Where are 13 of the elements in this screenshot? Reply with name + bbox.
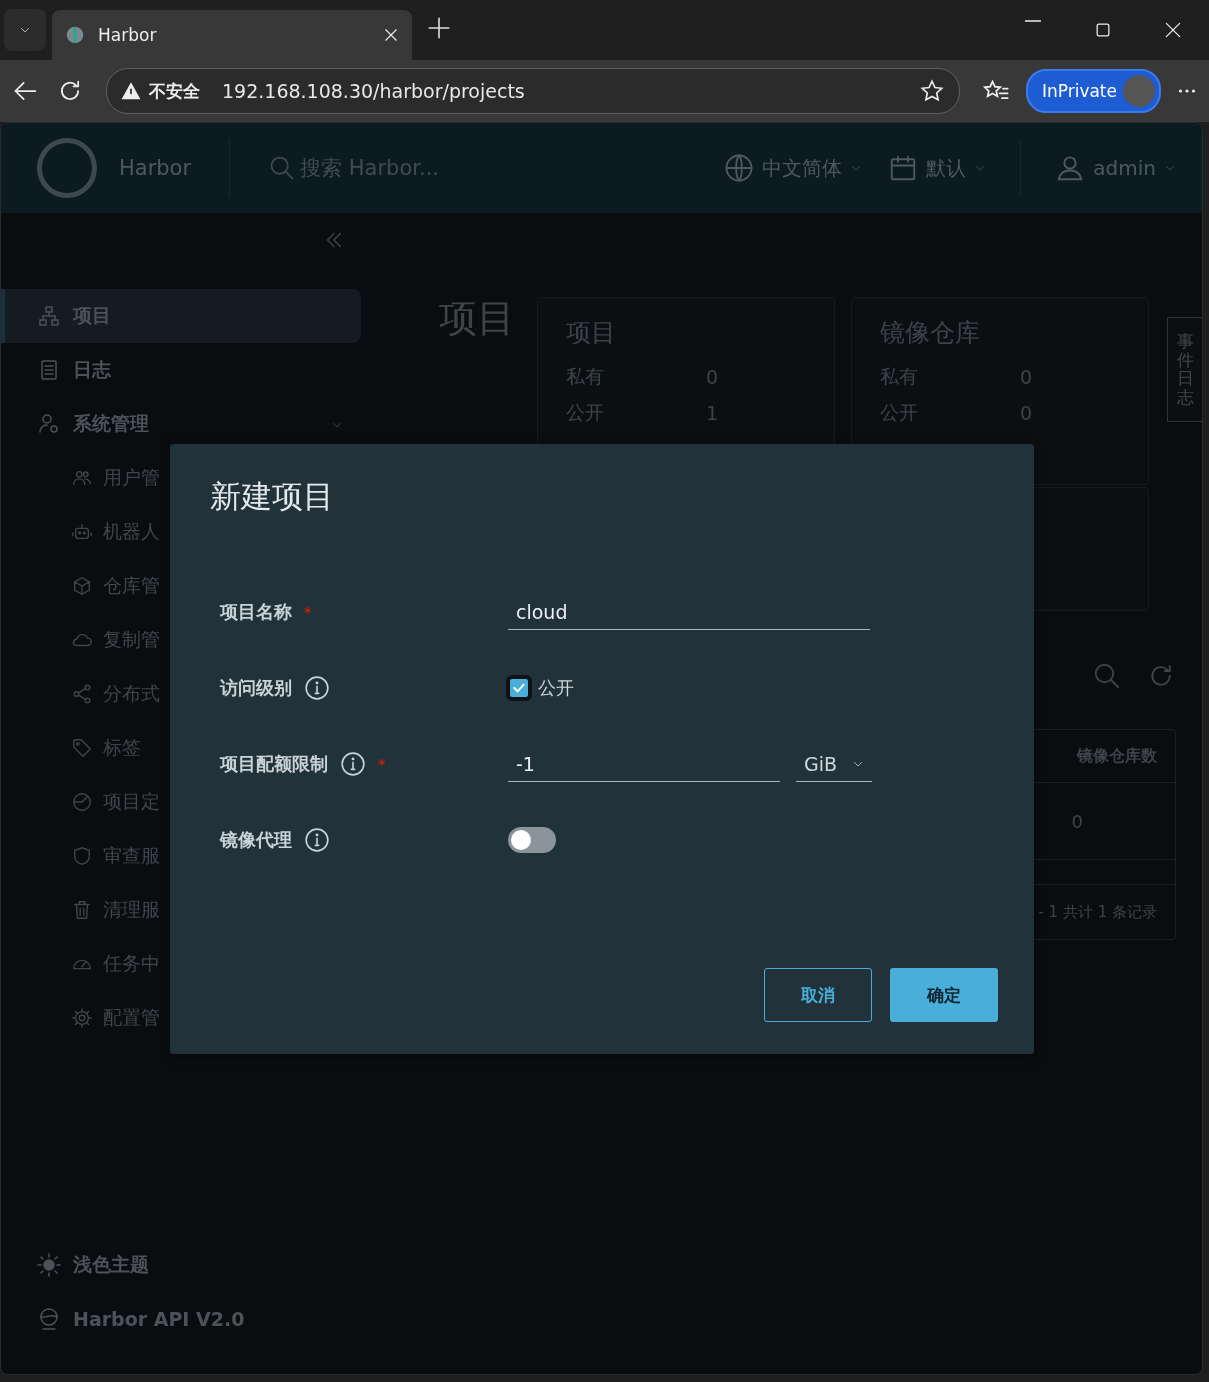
field-label: 访问级别 [220,676,292,700]
field-label: 项目配额限制 [220,752,328,776]
app-name: Harbor [119,156,192,180]
page-title: 项目 [439,295,515,342]
checkbox-label: 公开 [538,676,574,700]
table-cell: 0 [1071,810,1083,832]
field-label: 项目名称 [220,600,292,624]
dialog-title: 新建项目 [210,477,335,516]
column-header: 镜像仓库数 [1077,745,1157,767]
required-mark: * [304,604,312,620]
field-label: 镜像代理 [220,828,292,852]
required-mark: * [378,756,386,772]
pagination-text: - 1 共计 1 条记录 [1038,902,1157,922]
